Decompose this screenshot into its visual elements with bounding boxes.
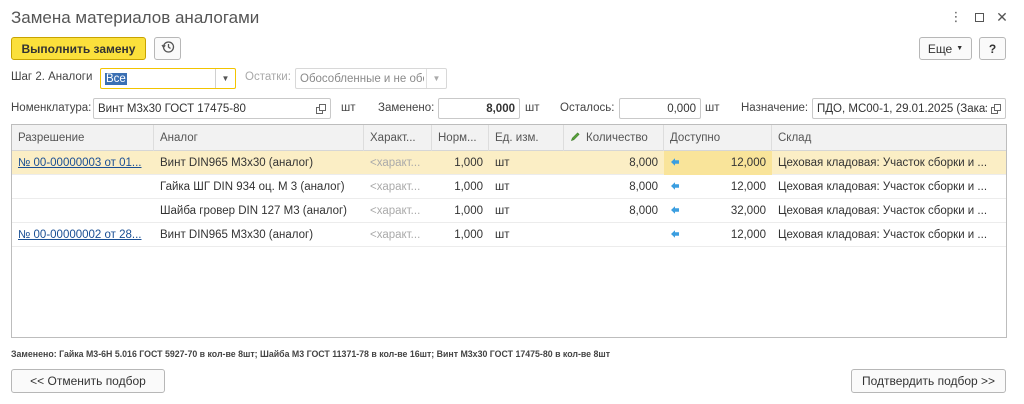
- analog-cell[interactable]: Гайка ШГ DIN 934 оц. М 3 (аналог): [154, 175, 364, 199]
- available-cell[interactable]: 12,000: [664, 223, 772, 247]
- remaining-unit: шт: [705, 102, 720, 114]
- unit-cell[interactable]: шт: [489, 223, 564, 247]
- window-close-icon[interactable]: ✕: [993, 8, 1011, 26]
- warehouse-cell[interactable]: Цеховая кладовая: Участок сборки и ...: [772, 151, 1006, 175]
- norm-cell[interactable]: 1,000: [432, 151, 489, 175]
- characteristic-cell[interactable]: <характ...: [364, 223, 432, 247]
- replaced-field[interactable]: 8,000: [438, 98, 520, 119]
- chevron-down-icon: ▼: [956, 45, 964, 52]
- column-header-norm[interactable]: Норм...: [432, 125, 489, 151]
- stock-select-value: Обособленные и не обособленные: [300, 72, 424, 85]
- window-restore-icon[interactable]: [970, 8, 988, 26]
- available-value: 32,000: [730, 205, 766, 217]
- unit-cell[interactable]: шт: [489, 151, 564, 175]
- arrow-left-icon: [670, 205, 680, 218]
- chevron-down-icon[interactable]: ▼: [426, 69, 446, 88]
- unit-cell[interactable]: шт: [489, 199, 564, 223]
- permission-link[interactable]: № 00-00000002 от 28...: [12, 223, 154, 247]
- history-icon: [161, 40, 175, 57]
- permission-link[interactable]: № 00-00000003 от 01...: [12, 151, 154, 175]
- help-button[interactable]: ?: [979, 37, 1006, 60]
- nomenclature-field[interactable]: Винт М3х30 ГОСТ 17475-80: [93, 98, 331, 119]
- remaining-label: Осталось:: [560, 102, 615, 114]
- replaced-unit: шт: [525, 102, 540, 114]
- purpose-field[interactable]: ПДО, МС00-1, 29.01.2025 (Заказ): [812, 98, 1006, 119]
- warehouse-cell[interactable]: Цеховая кладовая: Участок сборки и ...: [772, 175, 1006, 199]
- quantity-cell[interactable]: 8,000: [564, 175, 664, 199]
- quantity-cell[interactable]: 8,000: [564, 199, 664, 223]
- unit-cell[interactable]: шт: [489, 175, 564, 199]
- available-value: 12,000: [730, 181, 766, 193]
- available-value: 12,000: [730, 157, 766, 169]
- analogs-table[interactable]: Разрешение Аналог Характ... Норм... Ед. …: [11, 124, 1007, 338]
- table-row[interactable]: Гайка ШГ DIN 934 оц. М 3 (аналог) <харак…: [12, 175, 1006, 199]
- available-value: 12,000: [730, 229, 766, 241]
- norm-cell[interactable]: 1,000: [432, 223, 489, 247]
- replacement-summary: Заменено: Гайка М3-6Н 5.016 ГОСТ 5927-70…: [11, 349, 611, 359]
- characteristic-cell[interactable]: <характ...: [364, 199, 432, 223]
- nomenclature-unit: шт: [341, 102, 356, 114]
- warehouse-cell[interactable]: Цеховая кладовая: Участок сборки и ...: [772, 199, 1006, 223]
- norm-cell[interactable]: 1,000: [432, 199, 489, 223]
- open-window-icon[interactable]: [987, 99, 1005, 118]
- nomenclature-label: Номенклатура:: [11, 102, 92, 114]
- nomenclature-value: Винт М3х30 ГОСТ 17475-80: [98, 102, 246, 115]
- column-header-unit[interactable]: Ед. изм.: [489, 125, 564, 151]
- execute-replacement-button[interactable]: Выполнить замену: [11, 37, 146, 60]
- analog-cell[interactable]: Винт DIN965 M3x30 (аналог): [154, 223, 364, 247]
- window-title: Замена материалов аналогами: [11, 8, 260, 27]
- arrow-left-icon: [670, 181, 680, 194]
- permission-link[interactable]: [12, 199, 154, 223]
- norm-cell[interactable]: 1,000: [432, 175, 489, 199]
- warehouse-cell[interactable]: Цеховая кладовая: Участок сборки и ...: [772, 223, 1006, 247]
- permission-link[interactable]: [12, 175, 154, 199]
- available-cell[interactable]: 12,000: [664, 175, 772, 199]
- quantity-cell[interactable]: 8,000: [564, 151, 664, 175]
- column-header-warehouse[interactable]: Склад: [772, 125, 1006, 151]
- chevron-down-icon[interactable]: ▼: [215, 69, 235, 88]
- table-row[interactable]: № 00-00000003 от 01... Винт DIN965 M3x30…: [12, 151, 1006, 175]
- stock-select[interactable]: Обособленные и не обособленные ▼: [295, 68, 447, 89]
- characteristic-cell[interactable]: <характ...: [364, 175, 432, 199]
- characteristic-cell[interactable]: <характ...: [364, 151, 432, 175]
- remaining-field[interactable]: 0,000: [619, 98, 701, 119]
- analog-cell[interactable]: Шайба гровер DIN 127 M3 (аналог): [154, 199, 364, 223]
- cancel-selection-button[interactable]: << Отменить подбор: [11, 369, 165, 393]
- quantity-cell[interactable]: [564, 223, 664, 247]
- table-row[interactable]: Шайба гровер DIN 127 M3 (аналог) <характ…: [12, 199, 1006, 223]
- column-header-available[interactable]: Доступно: [664, 125, 772, 151]
- history-button[interactable]: [154, 37, 181, 60]
- column-header-characteristic[interactable]: Характ...: [364, 125, 432, 151]
- more-button-label: Еще: [927, 41, 953, 56]
- arrow-left-icon: [670, 157, 680, 170]
- available-cell[interactable]: 12,000: [664, 151, 772, 175]
- open-window-icon[interactable]: [312, 99, 330, 118]
- table-row[interactable]: № 00-00000002 от 28... Винт DIN965 M3x30…: [12, 223, 1006, 247]
- table-header: Разрешение Аналог Характ... Норм... Ед. …: [12, 125, 1006, 151]
- pencil-icon: [570, 131, 581, 145]
- available-cell[interactable]: 32,000: [664, 199, 772, 223]
- stock-label: Остатки:: [245, 71, 291, 83]
- column-header-quantity[interactable]: Количество: [564, 125, 664, 151]
- column-header-permission[interactable]: Разрешение: [12, 125, 154, 151]
- step-label: Шаг 2. Аналоги: [11, 71, 93, 83]
- more-button[interactable]: Еще ▼: [919, 37, 972, 60]
- purpose-label: Назначение:: [741, 102, 809, 114]
- step-select[interactable]: Все ▼: [100, 68, 236, 89]
- arrow-left-icon: [670, 229, 680, 242]
- confirm-selection-button[interactable]: Подтвердить подбор >>: [851, 369, 1006, 393]
- replaced-label: Заменено:: [378, 102, 435, 114]
- analog-cell[interactable]: Винт DIN965 M3x30 (аналог): [154, 151, 364, 175]
- column-header-analog[interactable]: Аналог: [154, 125, 364, 151]
- window-menu-icon[interactable]: ⋮: [947, 8, 965, 26]
- step-select-value: Все: [105, 72, 127, 85]
- column-header-quantity-label: Количество: [586, 132, 648, 144]
- purpose-value: ПДО, МС00-1, 29.01.2025 (Заказ): [817, 102, 987, 115]
